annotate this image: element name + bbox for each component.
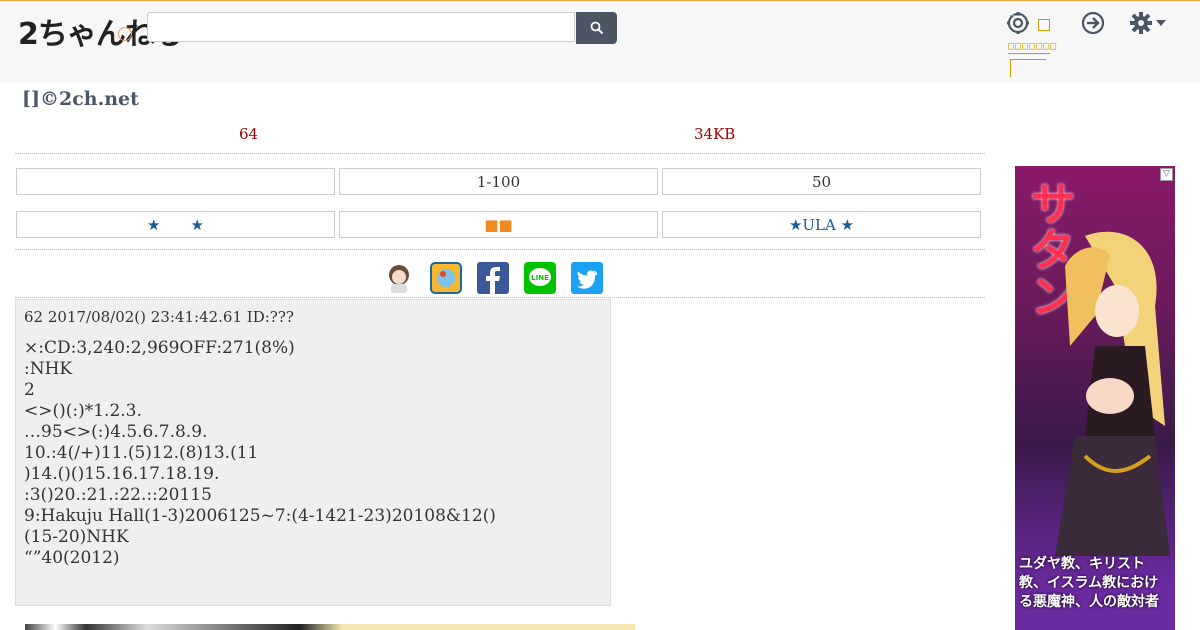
avatar-share-icon[interactable]: [383, 262, 415, 294]
search-icon: [590, 21, 603, 35]
nav-all-button[interactable]: [16, 168, 335, 195]
nav-range-button[interactable]: 1-100: [339, 168, 658, 195]
gold-square: [1038, 19, 1050, 31]
gold-line: [1010, 59, 1046, 60]
gold-line: [1010, 15, 1022, 16]
gold-line: [1008, 53, 1050, 54]
ad-banner[interactable]: ▽ サタン ユダヤ教、キリスト教、イスラム教における悪魔神、人の敵対者: [1015, 166, 1175, 630]
divider: [15, 153, 985, 154]
logo-ornament: [118, 27, 132, 41]
post-line: …95<>(:)4.5.6.7.8.9.: [24, 422, 208, 442]
search-input[interactable]: [147, 12, 575, 42]
post-line: )14.()()15.16.17.18.19.: [24, 464, 220, 484]
post-line: 2: [24, 380, 35, 400]
gold-label: □□□□□□□: [1008, 41, 1058, 52]
post-62: 62 2017/08/02() 23:41:42.61 ID:??? ×:CD:…: [15, 299, 611, 606]
ad-caption: ユダヤ教、キリスト教、イスラム教における悪魔神、人の敵対者: [1019, 556, 1159, 610]
embedded-image-strip[interactable]: [25, 624, 635, 630]
gold-line: [1010, 59, 1011, 77]
divider: [15, 297, 985, 298]
facebook-icon[interactable]: [477, 262, 509, 294]
ad-choices-icon[interactable]: ▽: [1160, 168, 1173, 181]
post-line: <>()(:)*1.2.3.: [24, 401, 142, 421]
search-button[interactable]: [576, 12, 617, 44]
gear-dropdown-icon[interactable]: [1128, 10, 1168, 36]
nav-link-2[interactable]: ■■: [339, 211, 658, 238]
post-header: 62 2017/08/02() 23:41:42.61 ID:???: [24, 308, 294, 326]
nav-latest-button[interactable]: 50: [662, 168, 981, 195]
thread-title: []©2ch.net: [22, 88, 139, 110]
twitter-icon[interactable]: [571, 262, 603, 294]
nav-link-3[interactable]: ★ULA ★: [662, 211, 981, 238]
svg-text:LINE: LINE: [531, 274, 549, 282]
post-line: :NHK: [24, 359, 73, 379]
nav-link-1[interactable]: ★ ★: [16, 211, 335, 238]
post-line: :3()20.:21.:22.::20115: [24, 485, 212, 505]
bookmark-share-icon[interactable]: [430, 262, 462, 294]
post-line: ×:CD:3,240:2,969OFF:271(8%): [24, 338, 295, 358]
user-menu-box[interactable]: □□□□□□□: [1008, 15, 1058, 77]
post-line: 10.:4(/+)11.(5)12.(8)13.(11: [24, 443, 259, 463]
reply-count: 64: [239, 125, 259, 143]
top-bar: 2ちゃんねる □□□□□□□: [0, 0, 1200, 83]
login-icon[interactable]: [1080, 10, 1106, 36]
post-line: “”40(2012): [24, 548, 120, 568]
thread-size: 34KB: [694, 125, 736, 143]
ad-character-illustration: [1055, 231, 1170, 556]
post-body: ×:CD:3,240:2,969OFF:271(8%):NHK 2 <>()(:)*…: [24, 338, 496, 569]
post-line: 9:Hakuju Hall(1-3)2006125~7:(4-1421-23)2…: [24, 506, 496, 526]
post-line: (15-20)NHK: [24, 527, 129, 547]
line-icon[interactable]: LINE: [524, 262, 556, 294]
divider: [15, 249, 985, 250]
